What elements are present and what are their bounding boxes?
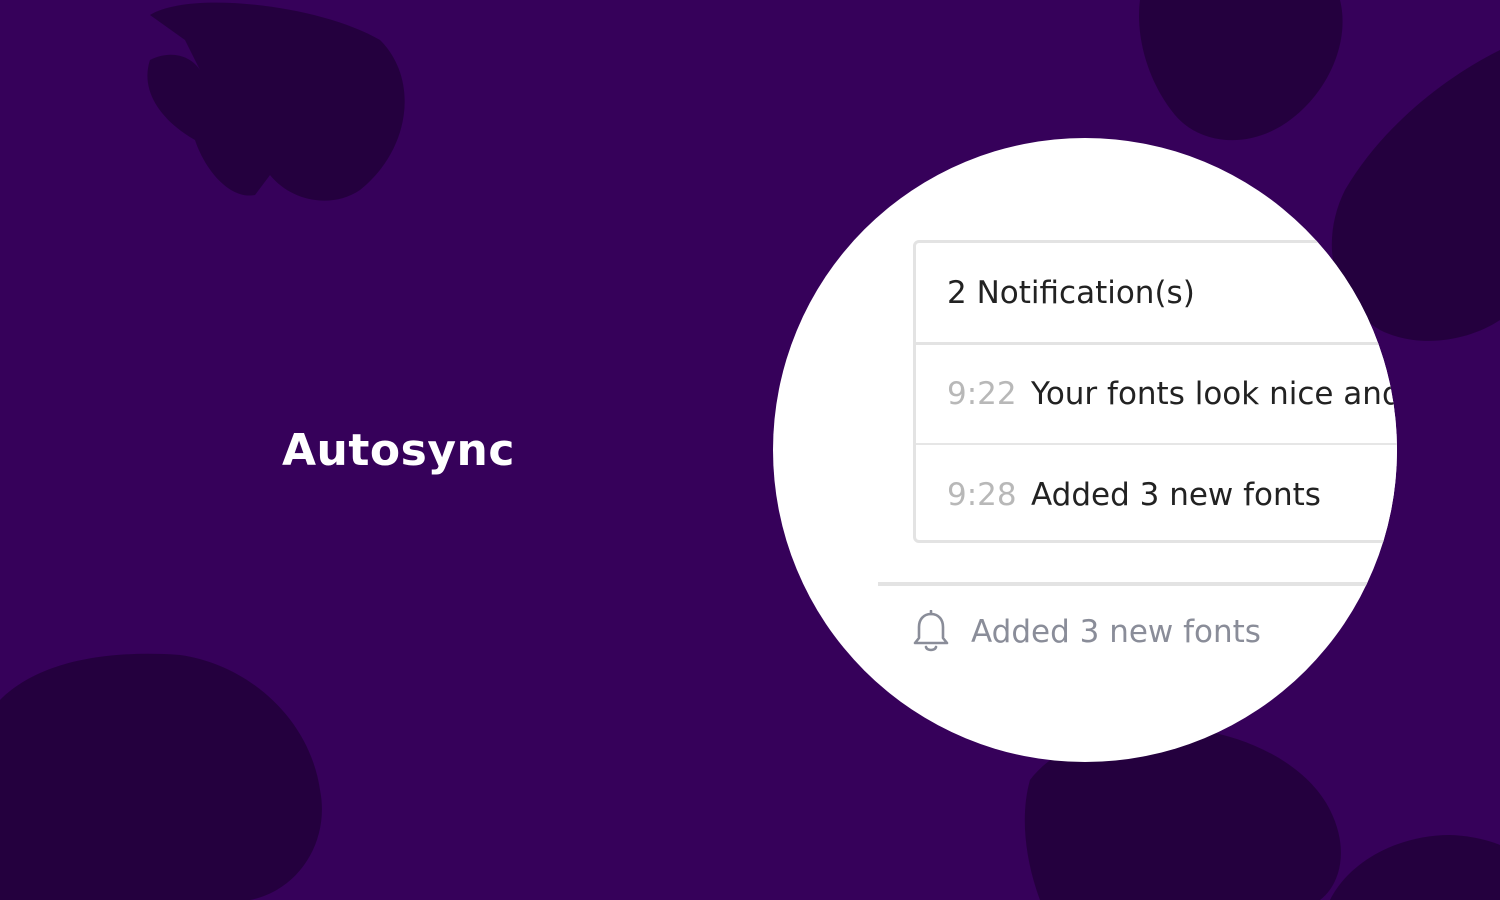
status-bar[interactable]: Added 3 new fonts: [913, 606, 1261, 658]
notification-count: 2 Notification(s): [947, 274, 1195, 311]
notification-time: 9:28: [947, 477, 1017, 513]
page-headline: Autosync: [282, 425, 515, 476]
notification-item[interactable]: 9:22 Your fonts look nice and: [916, 345, 1397, 445]
bell-icon[interactable]: [913, 610, 949, 654]
zoomed-notification-preview: 2 Notification(s) 9:22 Your fonts look n…: [773, 138, 1397, 762]
notification-panel-header: 2 Notification(s): [916, 243, 1397, 345]
status-bar-divider: [878, 582, 1397, 586]
notification-item[interactable]: 9:28 Added 3 new fonts: [916, 445, 1397, 545]
notification-panel: 2 Notification(s) 9:22 Your fonts look n…: [913, 240, 1397, 543]
notification-message: Your fonts look nice and: [1031, 376, 1397, 412]
notification-message: Added 3 new fonts: [1031, 477, 1321, 513]
status-bar-message: Added 3 new fonts: [971, 614, 1261, 650]
notification-time: 9:22: [947, 376, 1017, 412]
